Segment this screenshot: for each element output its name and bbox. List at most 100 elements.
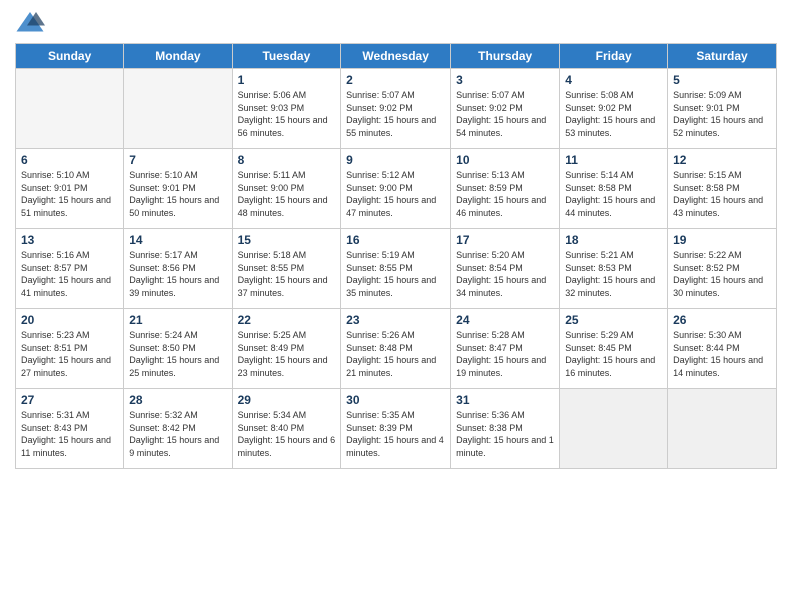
calendar-table: SundayMondayTuesdayWednesdayThursdayFrid… (15, 43, 777, 469)
calendar-header-row: SundayMondayTuesdayWednesdayThursdayFrid… (16, 44, 777, 69)
day-info: Sunrise: 5:23 AMSunset: 8:51 PMDaylight:… (21, 329, 118, 379)
day-number: 29 (238, 393, 336, 407)
day-number: 8 (238, 153, 336, 167)
header (15, 10, 777, 35)
calendar-cell: 22Sunrise: 5:25 AMSunset: 8:49 PMDayligh… (232, 309, 341, 389)
calendar-cell: 6 Sunrise: 5:10 AMSunset: 9:01 PMDaylight… (16, 149, 124, 229)
calendar-week-row: 1 Sunrise: 5:06 AMSunset: 9:03 PMDaylight… (16, 69, 777, 149)
calendar-cell: 5 Sunrise: 5:09 AMSunset: 9:01 PMDaylight… (668, 69, 777, 149)
day-info: Sunrise: 5:10 AMSunset: 9:01 PMDaylight:… (21, 169, 118, 219)
logo (15, 10, 47, 35)
day-number: 14 (129, 233, 226, 247)
calendar-header-monday: Monday (124, 44, 232, 69)
day-number: 22 (238, 313, 336, 327)
day-info: Sunrise: 5:13 AMSunset: 8:59 PMDaylight:… (456, 169, 554, 219)
day-number: 31 (456, 393, 554, 407)
day-number: 30 (346, 393, 445, 407)
calendar-cell: 29 Sunrise: 5:34 AMSunset: 8:40 PMDayligh… (232, 389, 341, 469)
day-number: 6 (21, 153, 118, 167)
day-info: Sunrise: 5:21 AMSunset: 8:53 PMDaylight:… (565, 249, 662, 299)
day-number: 25 (565, 313, 662, 327)
calendar-cell: 2Sunrise: 5:07 AMSunset: 9:02 PMDaylight… (341, 69, 451, 149)
calendar-week-row: 20 Sunrise: 5:23 AMSunset: 8:51 PMDayligh… (16, 309, 777, 389)
calendar-cell: 14 Sunrise: 5:17 AMSunset: 8:56 PMDayligh… (124, 229, 232, 309)
calendar-cell: 28 Sunrise: 5:32 AMSunset: 8:42 PMDayligh… (124, 389, 232, 469)
calendar-cell: 20 Sunrise: 5:23 AMSunset: 8:51 PMDayligh… (16, 309, 124, 389)
calendar-cell: 9 Sunrise: 5:12 AMSunset: 9:00 PMDaylight… (341, 149, 451, 229)
calendar-cell: 3Sunrise: 5:07 AMSunset: 9:02 PMDaylight… (451, 69, 560, 149)
day-info: Sunrise: 5:35 AMSunset: 8:39 PMDaylight:… (346, 409, 445, 459)
day-info: Sunrise: 5:07 AMSunset: 9:02 PMDaylight:… (456, 89, 554, 139)
calendar-cell: 17Sunrise: 5:20 AMSunset: 8:54 PMDayligh… (451, 229, 560, 309)
day-number: 2 (346, 73, 445, 87)
day-number: 19 (673, 233, 771, 247)
day-info: Sunrise: 5:36 AMSunset: 8:38 PMDaylight:… (456, 409, 554, 459)
day-number: 11 (565, 153, 662, 167)
day-info: Sunrise: 5:29 AMSunset: 8:45 PMDaylight:… (565, 329, 662, 379)
day-info: Sunrise: 5:08 AMSunset: 9:02 PMDaylight:… (565, 89, 662, 139)
day-number: 21 (129, 313, 226, 327)
day-number: 26 (673, 313, 771, 327)
day-info: Sunrise: 5:10 AMSunset: 9:01 PMDaylight:… (129, 169, 226, 219)
calendar-cell: 25 Sunrise: 5:29 AMSunset: 8:45 PMDayligh… (560, 309, 668, 389)
day-info: Sunrise: 5:17 AMSunset: 8:56 PMDaylight:… (129, 249, 226, 299)
day-number: 5 (673, 73, 771, 87)
calendar-cell: 24 Sunrise: 5:28 AMSunset: 8:47 PMDayligh… (451, 309, 560, 389)
day-number: 1 (238, 73, 336, 87)
day-number: 9 (346, 153, 445, 167)
calendar-cell: 8Sunrise: 5:11 AMSunset: 9:00 PMDaylight… (232, 149, 341, 229)
day-number: 24 (456, 313, 554, 327)
calendar-cell: 21 Sunrise: 5:24 AMSunset: 8:50 PMDayligh… (124, 309, 232, 389)
day-number: 15 (238, 233, 336, 247)
day-info: Sunrise: 5:34 AMSunset: 8:40 PMDaylight:… (238, 409, 336, 459)
calendar-header-tuesday: Tuesday (232, 44, 341, 69)
day-number: 10 (456, 153, 554, 167)
day-number: 20 (21, 313, 118, 327)
calendar-cell: 18Sunrise: 5:21 AMSunset: 8:53 PMDayligh… (560, 229, 668, 309)
day-number: 16 (346, 233, 445, 247)
day-info: Sunrise: 5:19 AMSunset: 8:55 PMDaylight:… (346, 249, 445, 299)
calendar-cell (668, 389, 777, 469)
calendar-cell: 15 Sunrise: 5:18 AMSunset: 8:55 PMDayligh… (232, 229, 341, 309)
calendar-header-thursday: Thursday (451, 44, 560, 69)
logo-icon (15, 10, 45, 35)
calendar-cell: 23 Sunrise: 5:26 AMSunset: 8:48 PMDayligh… (341, 309, 451, 389)
calendar-cell: 4Sunrise: 5:08 AMSunset: 9:02 PMDaylight… (560, 69, 668, 149)
calendar-cell: 10 Sunrise: 5:13 AMSunset: 8:59 PMDayligh… (451, 149, 560, 229)
day-info: Sunrise: 5:15 AMSunset: 8:58 PMDaylight:… (673, 169, 771, 219)
day-number: 27 (21, 393, 118, 407)
day-info: Sunrise: 5:12 AMSunset: 9:00 PMDaylight:… (346, 169, 445, 219)
day-info: Sunrise: 5:20 AMSunset: 8:54 PMDaylight:… (456, 249, 554, 299)
calendar-header-wednesday: Wednesday (341, 44, 451, 69)
day-number: 13 (21, 233, 118, 247)
calendar-cell: 26Sunrise: 5:30 AMSunset: 8:44 PMDayligh… (668, 309, 777, 389)
calendar-cell: 30 Sunrise: 5:35 AMSunset: 8:39 PMDayligh… (341, 389, 451, 469)
calendar-cell: 1 Sunrise: 5:06 AMSunset: 9:03 PMDaylight… (232, 69, 341, 149)
day-info: Sunrise: 5:28 AMSunset: 8:47 PMDaylight:… (456, 329, 554, 379)
calendar-cell: 19 Sunrise: 5:22 AMSunset: 8:52 PMDayligh… (668, 229, 777, 309)
calendar-cell: 11Sunrise: 5:14 AMSunset: 8:58 PMDayligh… (560, 149, 668, 229)
day-info: Sunrise: 5:24 AMSunset: 8:50 PMDaylight:… (129, 329, 226, 379)
calendar-header-saturday: Saturday (668, 44, 777, 69)
day-info: Sunrise: 5:09 AMSunset: 9:01 PMDaylight:… (673, 89, 771, 139)
calendar-cell: 13 Sunrise: 5:16 AMSunset: 8:57 PMDayligh… (16, 229, 124, 309)
day-info: Sunrise: 5:18 AMSunset: 8:55 PMDaylight:… (238, 249, 336, 299)
day-info: Sunrise: 5:31 AMSunset: 8:43 PMDaylight:… (21, 409, 118, 459)
calendar-header-friday: Friday (560, 44, 668, 69)
calendar-cell: 16 Sunrise: 5:19 AMSunset: 8:55 PMDayligh… (341, 229, 451, 309)
calendar-cell: 31 Sunrise: 5:36 AMSunset: 8:38 PMDayligh… (451, 389, 560, 469)
day-info: Sunrise: 5:26 AMSunset: 8:48 PMDaylight:… (346, 329, 445, 379)
day-number: 28 (129, 393, 226, 407)
calendar-cell: 7 Sunrise: 5:10 AMSunset: 9:01 PMDaylight… (124, 149, 232, 229)
calendar-cell: 12Sunrise: 5:15 AMSunset: 8:58 PMDayligh… (668, 149, 777, 229)
day-info: Sunrise: 5:22 AMSunset: 8:52 PMDaylight:… (673, 249, 771, 299)
day-info: Sunrise: 5:06 AMSunset: 9:03 PMDaylight:… (238, 89, 336, 139)
calendar-week-row: 6 Sunrise: 5:10 AMSunset: 9:01 PMDaylight… (16, 149, 777, 229)
calendar-cell (560, 389, 668, 469)
calendar-week-row: 13 Sunrise: 5:16 AMSunset: 8:57 PMDayligh… (16, 229, 777, 309)
day-info: Sunrise: 5:16 AMSunset: 8:57 PMDaylight:… (21, 249, 118, 299)
calendar-cell: 27 Sunrise: 5:31 AMSunset: 8:43 PMDayligh… (16, 389, 124, 469)
day-info: Sunrise: 5:32 AMSunset: 8:42 PMDaylight:… (129, 409, 226, 459)
day-number: 7 (129, 153, 226, 167)
day-number: 23 (346, 313, 445, 327)
